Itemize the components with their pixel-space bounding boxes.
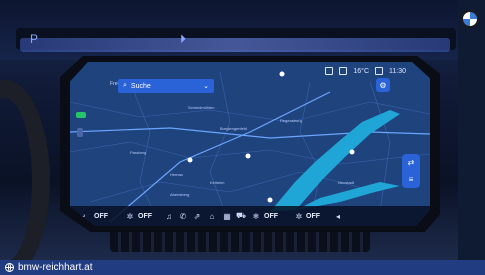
steering-wheel [0, 80, 50, 260]
clock: 11:30 [389, 67, 406, 75]
route-icon[interactable]: ⇄ [408, 158, 415, 167]
climate-icon[interactable]: ❄ [248, 212, 264, 221]
navigation-icon[interactable]: ⇗ [190, 212, 204, 221]
left-seat-heating[interactable]: OFF [138, 213, 162, 220]
map-town-label: Burglengenfeld [220, 126, 247, 131]
left-ac-state[interactable]: OFF [94, 213, 122, 220]
battery-icon [77, 128, 83, 137]
temperature-readout: 16°C [353, 67, 369, 75]
right-seat-heating[interactable]: OFF [306, 213, 330, 220]
search-input[interactable]: ⌕ Suche ⌄ [118, 79, 214, 93]
car-icon[interactable]: ⛟ [234, 211, 248, 221]
ambient-light-strip [20, 38, 450, 52]
globe-icon [5, 263, 14, 272]
search-placeholder: Suche [130, 82, 151, 90]
poi-marker[interactable] [267, 197, 273, 203]
chevron-down-icon: ⌄ [203, 83, 209, 90]
map-town-label: Kelheim [210, 180, 225, 185]
photo-background: P ⏵ Schmidmühlen Burglengenfeld Regensbu… [0, 0, 458, 260]
music-icon[interactable]: ♫ [162, 212, 176, 221]
right-ac-state[interactable]: OFF [264, 213, 292, 220]
map-town-label: Parsberg [130, 150, 147, 155]
gear-icon: ⚙ [379, 80, 387, 90]
map-town-label: Schmidmühlen [188, 105, 215, 110]
home-icon[interactable]: ⌂ [204, 212, 220, 221]
poi-marker[interactable] [187, 157, 193, 163]
phone-icon[interactable]: ✆ [176, 212, 190, 221]
status-bar: 16°C 11:30 [325, 67, 406, 75]
fan-icon[interactable]: ✲ [122, 212, 138, 221]
profile-icon [375, 67, 383, 75]
charging-indicator [76, 112, 86, 118]
poi-marker[interactable] [279, 71, 285, 77]
volume-icon[interactable]: ◂ [330, 212, 346, 221]
search-icon: ⌕ [123, 82, 127, 89]
brand-logo [461, 10, 479, 28]
map-actions-group: ⇄ ≡ [402, 154, 420, 188]
map-settings-button[interactable]: ⚙ [376, 78, 390, 92]
apps-icon[interactable]: ▦ [220, 212, 234, 221]
poi-marker[interactable] [245, 153, 251, 159]
layers-icon[interactable]: ≡ [409, 175, 414, 184]
fan-icon[interactable]: ✲ [292, 212, 306, 221]
map-town-label: Neustadt [338, 180, 355, 185]
connectivity-icon [325, 67, 334, 75]
climate-dock: ↩ OFF ✲ OFF ♫ ✆ ⇗ ⌂ ▦ ⛟ ❄ OFF ✲ OFF ◂ [70, 206, 430, 226]
infotainment-screen: Schmidmühlen Burglengenfeld Regensburg P… [70, 62, 430, 226]
map-town-label: Hemau [170, 172, 183, 177]
map-town-label: Regensburg [280, 118, 302, 123]
gear-indicator-icon: P [30, 32, 39, 46]
speed-indicator-icon: ⏵ [180, 32, 187, 46]
footer-bar: bmw-reichhart.at [0, 260, 485, 275]
map-town-label: Abensberg [170, 192, 190, 197]
bluetooth-icon [339, 67, 348, 75]
website-url[interactable]: bmw-reichhart.at [18, 262, 92, 273]
poi-marker[interactable] [349, 149, 355, 155]
